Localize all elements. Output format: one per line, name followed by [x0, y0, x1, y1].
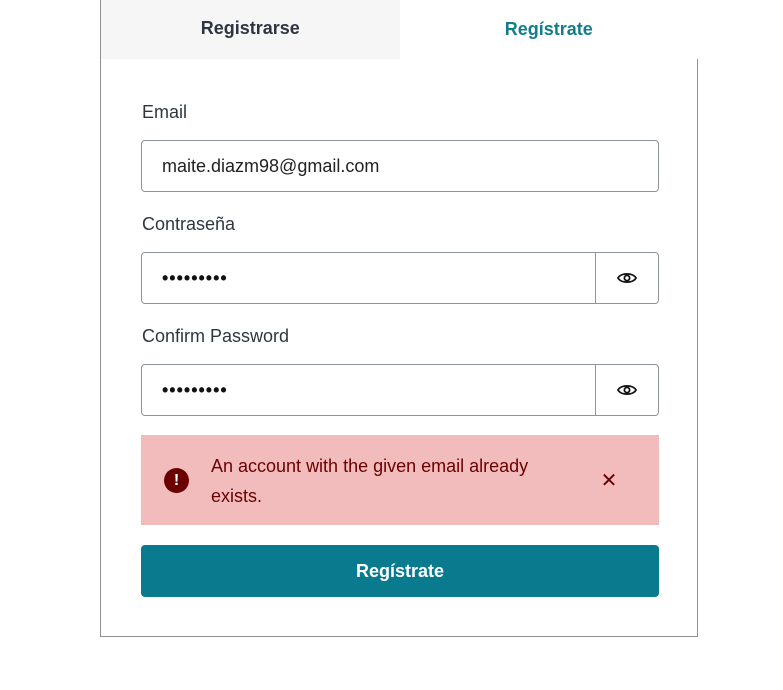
- error-message: An account with the given email already …: [211, 456, 529, 506]
- tab-signup[interactable]: Regístrate: [399, 0, 698, 59]
- signup-submit-button[interactable]: Regístrate: [141, 545, 659, 597]
- tab-login[interactable]: Registrarse: [101, 0, 400, 59]
- show-password-button[interactable]: [595, 253, 658, 303]
- confirm-password-field[interactable]: •••••••••: [142, 365, 595, 415]
- password-field[interactable]: •••••••••: [142, 253, 595, 303]
- close-icon[interactable]: ✕: [599, 466, 619, 494]
- exclamation-icon: !: [164, 468, 189, 493]
- email-field-wrapper: [141, 140, 659, 192]
- eye-icon: [617, 384, 637, 396]
- eye-icon: [617, 272, 637, 284]
- password-field-wrapper: •••••••••: [141, 252, 659, 304]
- show-confirm-password-button[interactable]: [595, 365, 658, 415]
- email-label: Email: [142, 102, 188, 122]
- auth-tabs: Registrarse Regístrate: [101, 0, 698, 59]
- confirm-password-field-wrapper: •••••••••: [141, 364, 659, 416]
- confirm-password-label: Confirm Password: [142, 326, 290, 346]
- password-label: Contraseña: [142, 214, 236, 234]
- email-field[interactable]: [142, 141, 658, 191]
- error-alert: ! An account with the given email alread…: [141, 435, 659, 525]
- signup-card: Registrarse Regístrate Email Contraseña …: [100, 0, 698, 637]
